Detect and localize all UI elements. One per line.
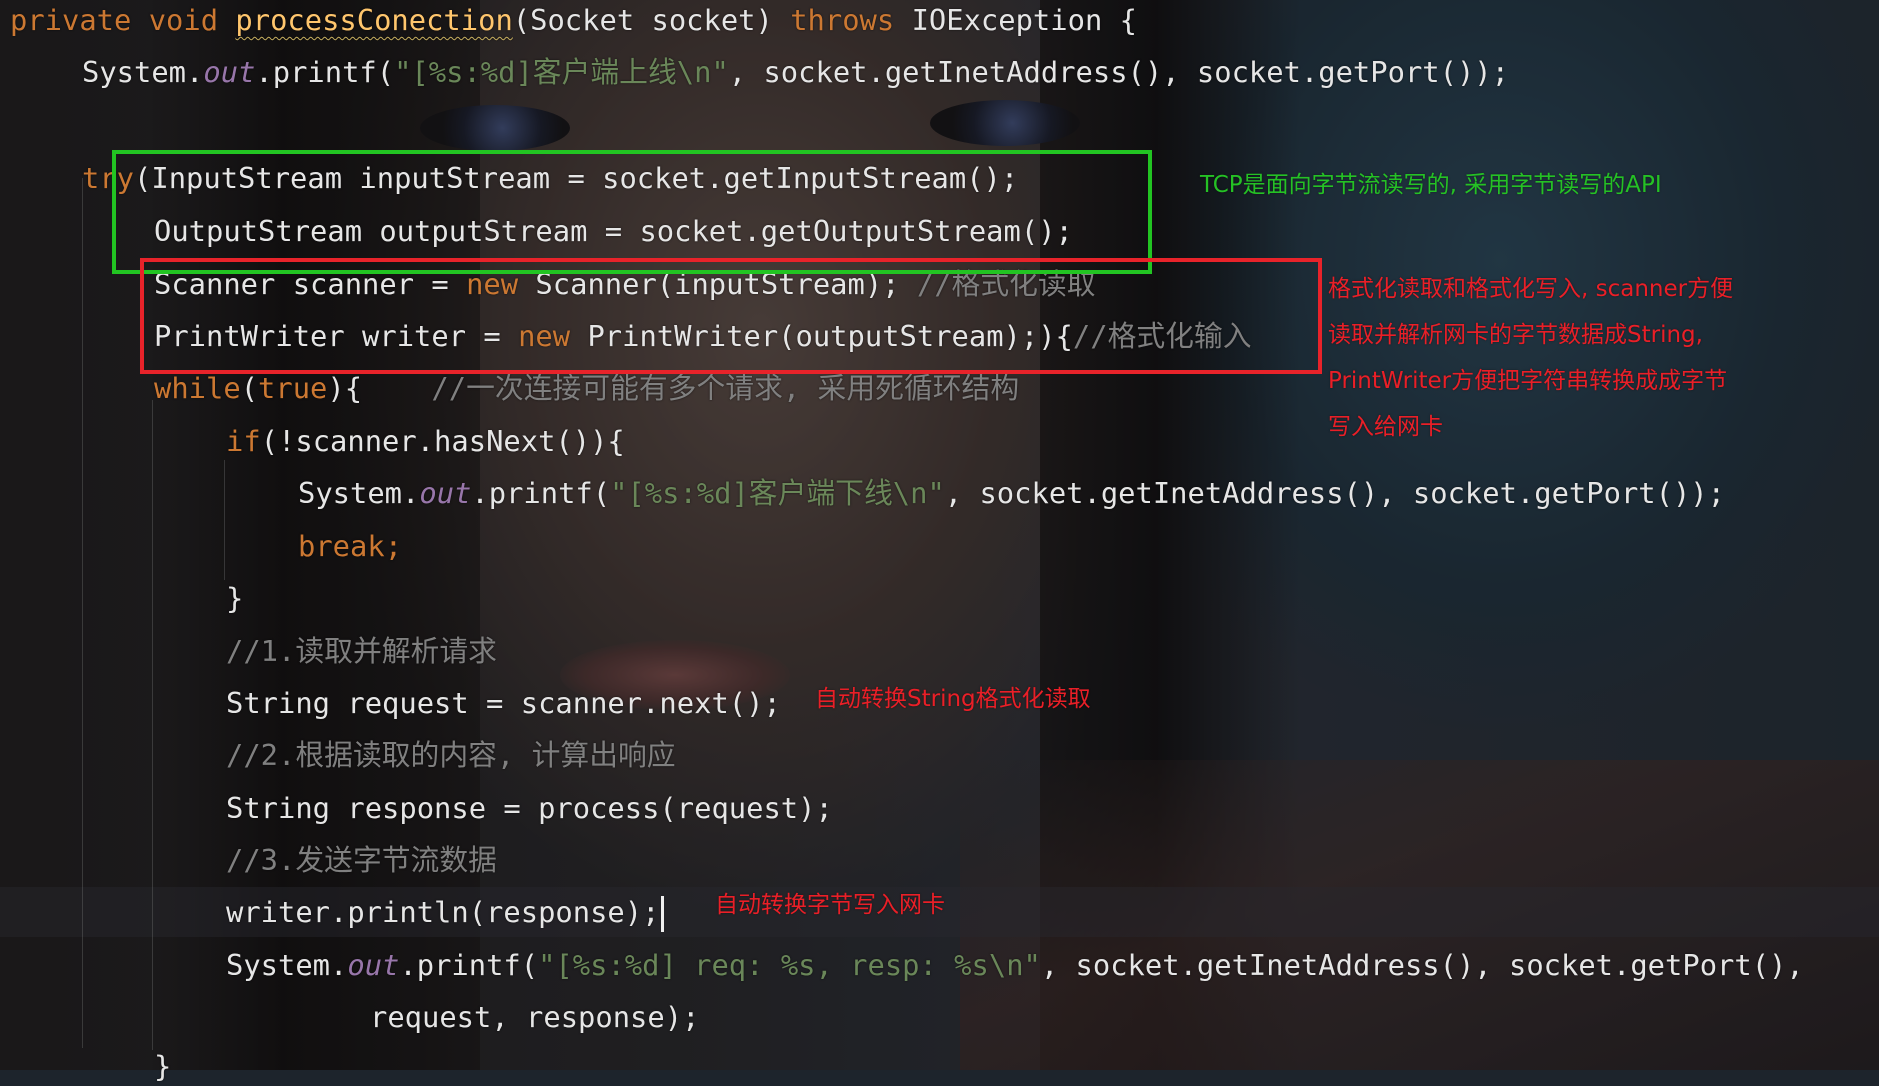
red-annotation-line-1: 格式化读取和格式化写入, scanner方便 bbox=[1328, 276, 1734, 302]
code-text: System. bbox=[82, 55, 204, 89]
code-line-20[interactable]: } bbox=[154, 1046, 171, 1086]
code-text: System. bbox=[298, 476, 420, 510]
indent-guide bbox=[224, 460, 225, 580]
code-text: String response = process(request); bbox=[226, 791, 833, 825]
code-line-16[interactable]: //3.发送字节流数据 bbox=[226, 840, 497, 880]
code-line-12[interactable]: //1.读取并解析请求 bbox=[226, 631, 497, 671]
code-comment: //1.读取并解析请求 bbox=[226, 634, 497, 668]
keyword: while bbox=[154, 371, 241, 405]
string-literal: "[%s:%d]客户端上线\n" bbox=[394, 55, 729, 89]
code-comment: //2.根据读取的内容, 计算出响应 bbox=[226, 738, 676, 772]
code-text: .printf( bbox=[255, 55, 395, 89]
indent-guide bbox=[82, 178, 83, 1048]
keyword: if bbox=[226, 424, 261, 458]
code-text: writer.println(response); bbox=[226, 895, 660, 929]
code-text: IOException { bbox=[894, 3, 1137, 37]
code-line-10[interactable]: break; bbox=[298, 526, 402, 566]
code-text: } bbox=[226, 581, 244, 615]
code-text: ; bbox=[384, 529, 403, 563]
code-comment: //3.发送字节流数据 bbox=[226, 843, 497, 877]
code-text: , socket.getInetAddress(), socket.getPor… bbox=[944, 476, 1725, 510]
method-name: processConection bbox=[235, 3, 513, 37]
green-highlight-box bbox=[112, 150, 1152, 274]
code-line-17[interactable]: writer.println(response); bbox=[226, 892, 665, 932]
code-text: String request = scanner.next(); bbox=[226, 686, 781, 720]
code-line-7[interactable]: while(true){ //一次连接可能有多个请求, 采用死循环结构 bbox=[154, 368, 1019, 408]
code-text: } bbox=[154, 1049, 172, 1083]
code-text: , socket.getInetAddress(), socket.getPor… bbox=[1040, 948, 1804, 982]
indent-guide bbox=[152, 400, 153, 1050]
static-field: out bbox=[419, 476, 472, 510]
code-line-15[interactable]: String response = process(request); bbox=[226, 788, 833, 828]
code-line-14[interactable]: //2.根据读取的内容, 计算出响应 bbox=[226, 735, 676, 775]
code-line-8[interactable]: if(!scanner.hasNext()){ bbox=[226, 421, 625, 461]
code-text: request, response); bbox=[370, 1000, 700, 1034]
keyword: private void bbox=[10, 3, 236, 37]
code-text: .printf( bbox=[471, 476, 611, 510]
code-line-18[interactable]: System.out.printf("[%s:%d] req: %s, resp… bbox=[226, 945, 1804, 985]
green-annotation: TCP是面向字节流读写的, 采用字节读写的API bbox=[1200, 172, 1662, 198]
code-text: .printf( bbox=[399, 948, 539, 982]
scanner-annotation: 自动转换String格式化读取 bbox=[815, 686, 1091, 712]
keyword: throws bbox=[790, 3, 895, 37]
red-annotation-line-3: PrintWriter方便把字符串转换成成字节 bbox=[1328, 368, 1728, 394]
red-annotation-line-2: 读取并解析网卡的字节数据成String, bbox=[1328, 322, 1703, 348]
red-annotation-line-4: 写入给网卡 bbox=[1328, 414, 1443, 440]
red-annotation-block: 格式化读取和格式化写入, scanner方便 读取并解析网卡的字节数据成Stri… bbox=[1328, 266, 1818, 450]
text-caret bbox=[661, 896, 665, 932]
code-line-1[interactable]: private void processConection(Socket soc… bbox=[10, 0, 1137, 40]
code-line-2[interactable]: System.out.printf("[%s:%d]客户端上线\n", sock… bbox=[82, 52, 1509, 92]
code-line-19[interactable]: request, response); bbox=[370, 997, 699, 1037]
code-text: , socket.getInetAddress(), socket.getPor… bbox=[728, 55, 1509, 89]
code-text: (Socket socket) bbox=[512, 3, 791, 37]
code-text: ){ bbox=[327, 371, 432, 405]
red-highlight-box bbox=[140, 258, 1322, 374]
string-literal: "[%s:%d] req: %s, resp: %s\n" bbox=[538, 948, 1041, 982]
keyword: true bbox=[258, 371, 328, 405]
code-text: ( bbox=[240, 371, 259, 405]
string-literal: "[%s:%d]客户端下线\n" bbox=[610, 476, 945, 510]
static-field: out bbox=[347, 948, 400, 982]
code-line-13[interactable]: String request = scanner.next(); bbox=[226, 683, 781, 723]
static-field: out bbox=[203, 55, 256, 89]
code-line-11[interactable]: } bbox=[226, 578, 243, 618]
code-line-9[interactable]: System.out.printf("[%s:%d]客户端下线\n", sock… bbox=[298, 473, 1725, 513]
keyword: break bbox=[298, 529, 385, 563]
code-comment: //一次连接可能有多个请求, 采用死循环结构 bbox=[431, 371, 1020, 405]
writer-annotation: 自动转换字节写入网卡 bbox=[715, 892, 945, 918]
code-text: (!scanner.hasNext()){ bbox=[260, 424, 625, 458]
code-text: System. bbox=[226, 948, 348, 982]
